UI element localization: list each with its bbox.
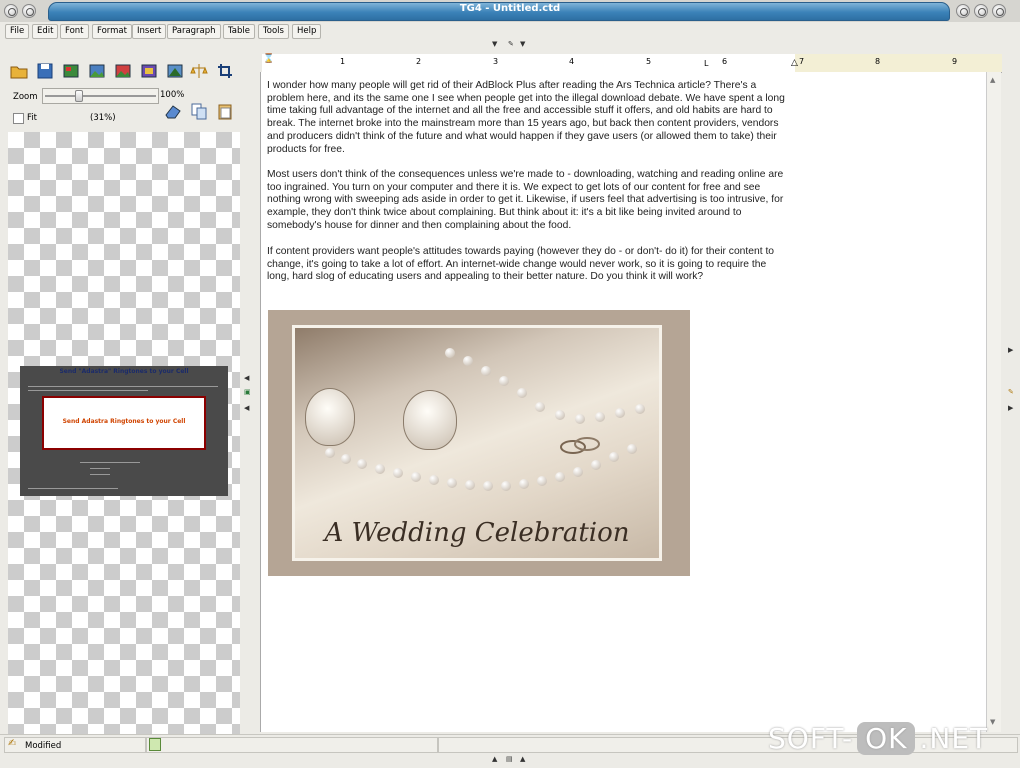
- menu-file[interactable]: File: [5, 24, 30, 39]
- document-paragraph[interactable]: I wonder how many people will get rid of…: [267, 80, 791, 156]
- menu-bar: File Edit Font Format Insert Paragraph T…: [0, 22, 1020, 40]
- scroll-up-icon[interactable]: ▲: [990, 76, 995, 84]
- thumbnail-title: Send "Adastra" Ringtones to your Cell: [59, 368, 189, 375]
- collapse-down-icon[interactable]: ▼: [492, 40, 497, 48]
- image-icon[interactable]: [114, 62, 132, 80]
- wedding-photo: A Wedding Celebration: [292, 325, 662, 561]
- image-icon[interactable]: [166, 62, 184, 80]
- image-panel: Zoom 100% Fit (31%) Send "Adastra" Ringt…: [0, 52, 242, 734]
- save-icon[interactable]: [36, 62, 54, 80]
- vertical-scrollbar[interactable]: ▲ ▼: [986, 72, 1001, 732]
- close-button[interactable]: [992, 4, 1006, 18]
- rose-shape: [305, 388, 355, 446]
- watermark-text: OK: [857, 722, 916, 755]
- ruler-number: 1: [340, 57, 346, 66]
- thumbnail-banner-text: Send Adastra Ringtones to your Cell: [62, 418, 186, 425]
- panel-splitter[interactable]: ◀ ▣ ◀: [242, 52, 254, 734]
- left-indent-marker[interactable]: ⌛: [263, 54, 274, 64]
- ruler-number: 2: [416, 57, 422, 66]
- watermark-text: .NET: [919, 722, 989, 755]
- image-icon[interactable]: ▣: [244, 388, 251, 396]
- zoom-label: Zoom: [13, 92, 38, 102]
- rose-shape: [403, 390, 457, 450]
- copy-icon[interactable]: [190, 102, 208, 120]
- menu-help[interactable]: Help: [292, 24, 322, 39]
- maximize-button[interactable]: [974, 4, 988, 18]
- status-segment: ✍ Modified: [4, 737, 146, 753]
- window-title: TG4 - Untitled.ctd: [459, 3, 561, 14]
- menu-paragraph[interactable]: Paragraph: [167, 24, 221, 39]
- collapse-left-icon[interactable]: ◀: [244, 404, 249, 412]
- scroll-down-icon[interactable]: ▼: [990, 718, 995, 726]
- expand-up-icon[interactable]: ▲: [492, 755, 497, 763]
- menu-format[interactable]: Format: [92, 24, 132, 39]
- image-caption: A Wedding Celebration: [324, 518, 630, 548]
- minimize-button[interactable]: [956, 4, 970, 18]
- watermark: SOFT- OK .NET: [768, 722, 988, 755]
- image-canvas[interactable]: Send "Adastra" Ringtones to your Cell Se…: [8, 132, 240, 734]
- expand-right-icon[interactable]: ▶: [1008, 346, 1013, 354]
- scale-icon[interactable]: [190, 62, 208, 80]
- menu-insert[interactable]: Insert: [132, 24, 167, 39]
- zoom-value: (31%): [90, 113, 116, 123]
- open-folder-icon[interactable]: [10, 62, 28, 80]
- image-icon[interactable]: [62, 62, 80, 80]
- collapse-down-icon[interactable]: ▼: [520, 40, 525, 48]
- paste-icon[interactable]: [216, 102, 234, 120]
- pen-icon[interactable]: ✎: [1008, 388, 1014, 396]
- ruler-margin: [795, 54, 1002, 72]
- zoom-slider[interactable]: [42, 88, 159, 104]
- menu-tools[interactable]: Tools: [258, 24, 289, 39]
- document-paragraph[interactable]: Most users don't think of the consequenc…: [267, 169, 791, 233]
- ruler-number: 7: [799, 57, 805, 66]
- ruler-number: 9: [952, 57, 958, 66]
- ruler[interactable]: ⌛ 1 2 3 4 5 6 7 8 9 L △: [262, 54, 1002, 73]
- document-modified-icon: ✍: [8, 738, 17, 749]
- watermark-text: SOFT-: [768, 722, 854, 755]
- image-toolbar: [8, 62, 240, 84]
- ruler-number: 3: [493, 57, 499, 66]
- wedding-image[interactable]: A Wedding Celebration: [268, 310, 690, 576]
- zoom-slider-thumb[interactable]: [75, 90, 83, 102]
- crop-icon[interactable]: [216, 62, 234, 80]
- zoom-max-label: 100%: [160, 90, 185, 100]
- image-thumbnail[interactable]: Send "Adastra" Ringtones to your Cell Se…: [20, 366, 228, 496]
- image-icon[interactable]: [88, 62, 106, 80]
- menu-font[interactable]: Font: [60, 24, 89, 39]
- ruler-number: 5: [646, 57, 652, 66]
- title-bar: TG4 - Untitled.ctd: [0, 0, 1020, 22]
- eraser-icon[interactable]: [164, 102, 182, 120]
- menu-table[interactable]: Table: [223, 24, 255, 39]
- toolbar-toggle-strip: ▼ ✎ ▼: [0, 40, 1020, 52]
- fit-checkbox[interactable]: [13, 113, 24, 124]
- expand-right-icon[interactable]: ▶: [1008, 404, 1013, 412]
- document-editor[interactable]: I wonder how many people will get rid of…: [260, 72, 987, 732]
- rings-shape: [560, 437, 600, 454]
- thumbnail-banner: Send Adastra Ringtones to your Cell: [42, 396, 206, 450]
- document-paragraph[interactable]: If content providers want people's attit…: [267, 246, 791, 284]
- fit-label: Fit: [27, 113, 37, 123]
- note-icon: [149, 738, 161, 751]
- collapse-left-icon[interactable]: ◀: [244, 374, 249, 382]
- tab-stop-marker[interactable]: L: [704, 59, 708, 68]
- status-segment: [146, 737, 438, 753]
- bottom-toggle-strip: ▲ ▤ ▲: [0, 754, 1020, 768]
- pen-icon[interactable]: ✎: [508, 40, 514, 48]
- status-text: Modified: [25, 741, 62, 751]
- expand-up-icon[interactable]: ▲: [520, 755, 525, 763]
- menu-edit[interactable]: Edit: [32, 24, 59, 39]
- note-icon[interactable]: ▤: [506, 755, 513, 763]
- image-icon[interactable]: [140, 62, 158, 80]
- right-indent-marker[interactable]: △: [791, 58, 798, 68]
- ruler-number: 6: [722, 57, 728, 66]
- right-panel-strip: ▶ ✎ ▶: [1004, 52, 1020, 734]
- ruler-number: 4: [569, 57, 575, 66]
- ruler-number: 8: [875, 57, 881, 66]
